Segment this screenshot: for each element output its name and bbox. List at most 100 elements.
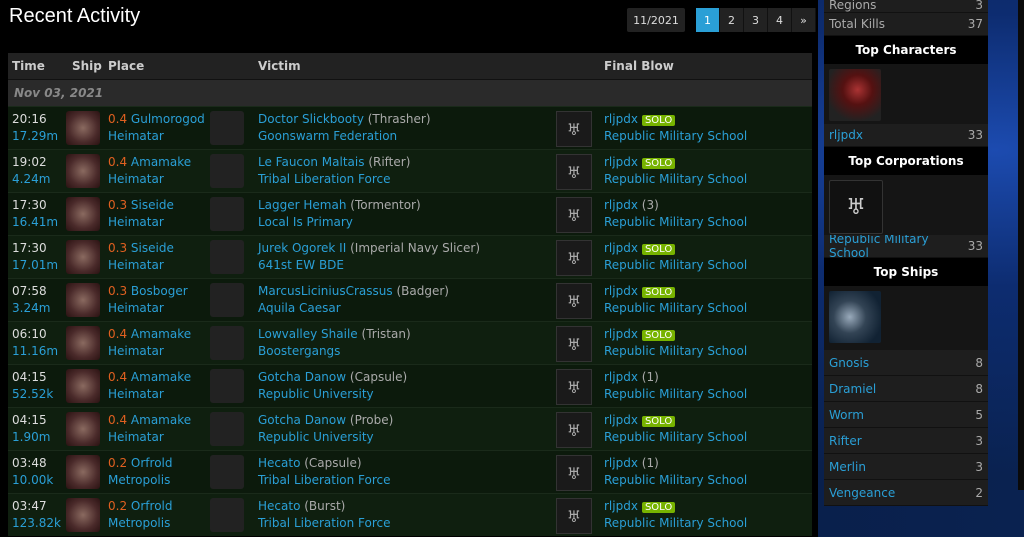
place-system[interactable]: 0.3 Siseide bbox=[108, 241, 174, 255]
table-row[interactable]: 04:15 52.52k 0.4 Amamake Heimatar Gotcha Dan… bbox=[8, 364, 812, 407]
page-4-button[interactable]: 4 bbox=[768, 8, 792, 32]
final-blow-corp-icon[interactable]: ♅ bbox=[556, 240, 592, 276]
place-region[interactable]: Heimatar bbox=[108, 258, 164, 272]
place-region[interactable]: Heimatar bbox=[108, 129, 164, 143]
ship-icon[interactable] bbox=[66, 197, 100, 231]
victim-corp[interactable]: Goonswarm Federation bbox=[258, 129, 397, 143]
final-blow-name[interactable]: rljpdx SOLO bbox=[604, 112, 676, 126]
victim-corp[interactable]: Aquila Caesar bbox=[258, 301, 341, 315]
place-region[interactable]: Metropolis bbox=[108, 473, 170, 487]
table-row[interactable]: 03:48 10.00k 0.2 Orfrold Metropolis Hecato (… bbox=[8, 450, 812, 493]
final-blow-corp-icon[interactable]: ♅ bbox=[556, 197, 592, 233]
victim-corp[interactable]: Republic University bbox=[258, 430, 374, 444]
final-blow-corp-icon[interactable]: ♅ bbox=[556, 283, 592, 319]
final-blow-corp[interactable]: Republic Military School bbox=[604, 344, 747, 358]
page-3-button[interactable]: 3 bbox=[744, 8, 768, 32]
victim-corp[interactable]: Tribal Liberation Force bbox=[258, 516, 391, 530]
final-blow-corp[interactable]: Republic Military School bbox=[604, 473, 747, 487]
place-system[interactable]: 0.4 Amamake bbox=[108, 155, 191, 169]
place-system[interactable]: 0.4 Gulmorogod bbox=[108, 112, 205, 126]
victim-corp-icon[interactable] bbox=[210, 197, 244, 231]
victim-name[interactable]: Hecato (Burst) bbox=[258, 499, 345, 513]
victim-name[interactable]: MarcusLiciniusCrassus (Badger) bbox=[258, 284, 449, 298]
place-system[interactable]: 0.4 Amamake bbox=[108, 413, 191, 427]
top-character-row[interactable]: rljpdx 33 bbox=[824, 124, 988, 147]
final-blow-name[interactable]: rljpdx SOLO bbox=[604, 327, 676, 341]
final-blow-corp[interactable]: Republic Military School bbox=[604, 215, 747, 229]
final-blow-corp-icon[interactable]: ♅ bbox=[556, 455, 592, 491]
final-blow-corp-icon[interactable]: ♅ bbox=[556, 154, 592, 190]
victim-corp-icon[interactable] bbox=[210, 498, 244, 532]
place-region[interactable]: Heimatar bbox=[108, 430, 164, 444]
place-system[interactable]: 0.2 Orfrold bbox=[108, 499, 173, 513]
final-blow-name[interactable]: rljpdx SOLO bbox=[604, 413, 676, 427]
final-blow-corp[interactable]: Republic Military School bbox=[604, 258, 747, 272]
final-blow-name[interactable]: rljpdx SOLO bbox=[604, 499, 676, 513]
victim-corp-icon[interactable] bbox=[210, 455, 244, 489]
final-blow-name[interactable]: rljpdx SOLO bbox=[604, 284, 676, 298]
victim-name[interactable]: Jurek Ogorek II (Imperial Navy Slicer) bbox=[258, 241, 480, 255]
victim-corp[interactable]: Republic University bbox=[258, 387, 374, 401]
page-2-button[interactable]: 2 bbox=[720, 8, 744, 32]
ship-image[interactable] bbox=[829, 291, 881, 343]
place-system[interactable]: 0.3 Siseide bbox=[108, 198, 174, 212]
top-corp-row[interactable]: Republic Military School 33 bbox=[824, 232, 988, 260]
top-ship-row[interactable]: Vengeance 2 bbox=[824, 480, 988, 506]
table-row[interactable]: 17:30 17.01m 0.3 Siseide Heimatar Jurek Ogor… bbox=[8, 235, 812, 278]
place-region[interactable]: Heimatar bbox=[108, 215, 164, 229]
place-region[interactable]: Heimatar bbox=[108, 301, 164, 315]
final-blow-corp-icon[interactable]: ♅ bbox=[556, 498, 592, 534]
victim-corp-icon[interactable] bbox=[210, 369, 244, 403]
table-row[interactable]: 20:16 17.29m 0.4 Gulmorogod Heimatar Doctor … bbox=[8, 106, 812, 149]
final-blow-corp[interactable]: Republic Military School bbox=[604, 516, 747, 530]
final-blow-corp[interactable]: Republic Military School bbox=[604, 387, 747, 401]
victim-corp-icon[interactable] bbox=[210, 283, 244, 317]
final-blow-corp-icon[interactable]: ♅ bbox=[556, 326, 592, 362]
victim-corp[interactable]: Boostergangs bbox=[258, 344, 340, 358]
place-system[interactable]: 0.2 Orfrold bbox=[108, 456, 173, 470]
top-ship-row[interactable]: Rifter 3 bbox=[824, 428, 988, 454]
ship-icon[interactable] bbox=[66, 498, 100, 532]
top-corp-logo-box[interactable]: ♅ bbox=[824, 175, 988, 235]
final-blow-corp[interactable]: Republic Military School bbox=[604, 129, 747, 143]
ship-icon[interactable] bbox=[66, 154, 100, 188]
victim-corp[interactable]: Tribal Liberation Force bbox=[258, 473, 391, 487]
ship-icon[interactable] bbox=[66, 455, 100, 489]
table-row[interactable]: 04:15 1.90m 0.4 Amamake Heimatar Gotcha Dano… bbox=[8, 407, 812, 450]
ship-icon[interactable] bbox=[66, 283, 100, 317]
victim-name[interactable]: Doctor Slickbooty (Thrasher) bbox=[258, 112, 431, 126]
final-blow-corp-icon[interactable]: ♅ bbox=[556, 111, 592, 147]
victim-corp[interactable]: Local Is Primary bbox=[258, 215, 353, 229]
final-blow-corp[interactable]: Republic Military School bbox=[604, 430, 747, 444]
page-1-button[interactable]: 1 bbox=[696, 8, 720, 32]
scrollbar[interactable] bbox=[1018, 0, 1024, 490]
final-blow-corp[interactable]: Republic Military School bbox=[604, 172, 747, 186]
ship-icon[interactable] bbox=[66, 412, 100, 446]
table-row[interactable]: 06:10 11.16m 0.4 Amamake Heimatar Lowvalley … bbox=[8, 321, 812, 364]
victim-corp-icon[interactable] bbox=[210, 240, 244, 274]
month-selector[interactable]: 11/2021 bbox=[627, 8, 685, 32]
victim-corp-icon[interactable] bbox=[210, 111, 244, 145]
final-blow-name[interactable]: rljpdx (1) bbox=[604, 370, 659, 384]
top-ship-row[interactable]: Worm 5 bbox=[824, 402, 988, 428]
final-blow-name[interactable]: rljpdx SOLO bbox=[604, 155, 676, 169]
place-region[interactable]: Heimatar bbox=[108, 172, 164, 186]
place-system[interactable]: 0.4 Amamake bbox=[108, 327, 191, 341]
final-blow-corp[interactable]: Republic Military School bbox=[604, 301, 747, 315]
victim-corp[interactable]: 641st EW BDE bbox=[258, 258, 344, 272]
victim-name[interactable]: Lowvalley Shaile (Tristan) bbox=[258, 327, 411, 341]
victim-name[interactable]: Gotcha Danow (Capsule) bbox=[258, 370, 407, 384]
final-blow-name[interactable]: rljpdx (3) bbox=[604, 198, 659, 212]
final-blow-corp-icon[interactable]: ♅ bbox=[556, 412, 592, 448]
final-blow-name[interactable]: rljpdx (1) bbox=[604, 456, 659, 470]
victim-name[interactable]: Hecato (Capsule) bbox=[258, 456, 362, 470]
table-row[interactable]: 17:30 16.41m 0.3 Siseide Heimatar Lagger Hem… bbox=[8, 192, 812, 235]
table-row[interactable]: 19:02 4.24m 0.4 Amamake Heimatar Le Faucon M… bbox=[8, 149, 812, 192]
top-ship-row[interactable]: Dramiel 8 bbox=[824, 376, 988, 402]
table-row[interactable]: 03:47 123.82k 0.2 Orfrold Metropolis Hecato … bbox=[8, 493, 812, 536]
victim-name[interactable]: Lagger Hemah (Tormentor) bbox=[258, 198, 421, 212]
top-ship-row[interactable]: Merlin 3 bbox=[824, 454, 988, 480]
final-blow-corp-icon[interactable]: ♅ bbox=[556, 369, 592, 405]
next-page-button[interactable]: » bbox=[792, 8, 816, 32]
place-region[interactable]: Heimatar bbox=[108, 387, 164, 401]
